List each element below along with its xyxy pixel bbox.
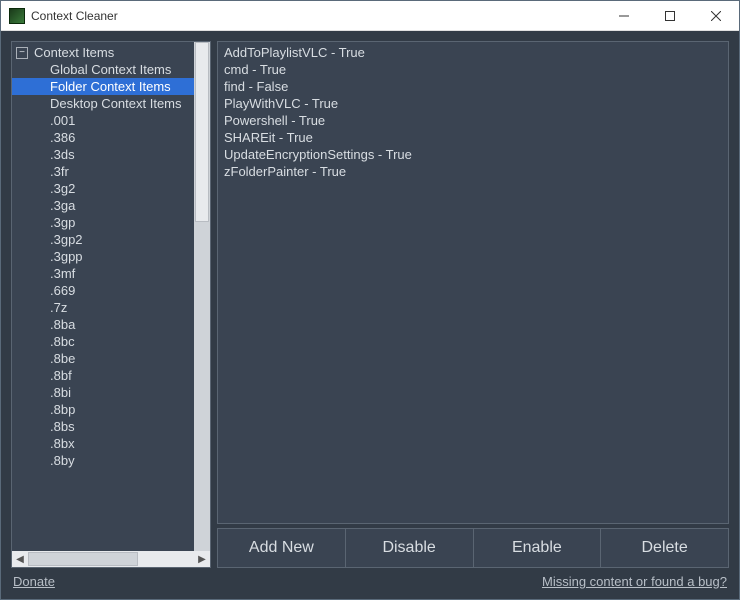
close-button[interactable] — [693, 1, 739, 30]
tree-extension[interactable]: .669 — [12, 282, 210, 299]
tree-extension-label: .8be — [50, 350, 75, 367]
window-controls — [601, 1, 739, 30]
tree-root[interactable]: −Context Items — [12, 44, 210, 61]
tree-extension-label: .669 — [50, 282, 75, 299]
hscroll-right-button[interactable]: ▶ — [194, 551, 210, 567]
detail-item[interactable]: AddToPlaylistVLC - True — [224, 44, 722, 61]
tree-extension-label: .8bf — [50, 367, 72, 384]
tree-extension[interactable]: .7z — [12, 299, 210, 316]
tree-extension[interactable]: .3ds — [12, 146, 210, 163]
tree-category-label: Global Context Items — [50, 61, 171, 78]
close-icon — [711, 11, 721, 21]
tree-extension-label: .3fr — [50, 163, 69, 180]
tree-extension-label: .3mf — [50, 265, 75, 282]
tree-extension-label: .386 — [50, 129, 75, 146]
action-button-row: Add New Disable Enable Delete — [217, 528, 729, 568]
tree-extension[interactable]: .3gp — [12, 214, 210, 231]
main-panels: −Context ItemsGlobal Context ItemsFolder… — [11, 41, 729, 568]
tree-extension[interactable]: .001 — [12, 112, 210, 129]
tree-category-label: Desktop Context Items — [50, 95, 182, 112]
donate-link[interactable]: Donate — [13, 574, 55, 589]
tree-extension[interactable]: .3g2 — [12, 180, 210, 197]
tree-extension-label: .001 — [50, 112, 75, 129]
tree-extension-label: .8ba — [50, 316, 75, 333]
detail-list[interactable]: AddToPlaylistVLC - Truecmd - Truefind - … — [217, 41, 729, 524]
tree-extension[interactable]: .8bc — [12, 333, 210, 350]
detail-item[interactable]: cmd - True — [224, 61, 722, 78]
hscroll-thumb[interactable] — [28, 552, 138, 566]
tree-extension[interactable]: .8bf — [12, 367, 210, 384]
window-title: Context Cleaner — [31, 9, 601, 23]
tree-extension-label: .3gp — [50, 214, 75, 231]
detail-item[interactable]: SHAREit - True — [224, 129, 722, 146]
tree-extension-label: .8bp — [50, 401, 75, 418]
tree-extension[interactable]: .8ba — [12, 316, 210, 333]
tree-extension[interactable]: .8be — [12, 350, 210, 367]
add-new-button[interactable]: Add New — [218, 529, 346, 567]
tree-panel: −Context ItemsGlobal Context ItemsFolder… — [11, 41, 211, 568]
minimize-icon — [619, 11, 629, 21]
tree-extension[interactable]: .8by — [12, 452, 210, 469]
tree-category[interactable]: Global Context Items — [12, 61, 210, 78]
tree-extension-label: .8by — [50, 452, 75, 469]
tree-extension[interactable]: .8bi — [12, 384, 210, 401]
tree-extension[interactable]: .3gpp — [12, 248, 210, 265]
hscroll-track[interactable] — [28, 551, 194, 567]
titlebar: Context Cleaner — [1, 1, 739, 31]
app-icon — [9, 8, 25, 24]
bug-link[interactable]: Missing content or found a bug? — [542, 574, 727, 589]
tree-extension-label: .7z — [50, 299, 67, 316]
tree-extension-label: .8bi — [50, 384, 71, 401]
maximize-icon — [665, 11, 675, 21]
delete-button[interactable]: Delete — [601, 529, 728, 567]
enable-button[interactable]: Enable — [474, 529, 602, 567]
detail-item[interactable]: zFolderPainter - True — [224, 163, 722, 180]
tree-extension-label: .3ds — [50, 146, 75, 163]
maximize-button[interactable] — [647, 1, 693, 30]
tree-extension[interactable]: .8bs — [12, 418, 210, 435]
app-window: Context Cleaner −Context ItemsGlobal Con… — [0, 0, 740, 600]
hscroll-left-button[interactable]: ◀ — [12, 551, 28, 567]
detail-item[interactable]: PlayWithVLC - True — [224, 95, 722, 112]
right-column: AddToPlaylistVLC - Truecmd - Truefind - … — [217, 41, 729, 568]
footer: Donate Missing content or found a bug? — [11, 568, 729, 589]
tree-vscrollbar[interactable] — [194, 42, 210, 551]
tree-vscroll-thumb[interactable] — [195, 42, 209, 222]
tree-extension-label: .3ga — [50, 197, 75, 214]
tree-extension[interactable]: .3gp2 — [12, 231, 210, 248]
detail-item[interactable]: UpdateEncryptionSettings - True — [224, 146, 722, 163]
tree-extension[interactable]: .386 — [12, 129, 210, 146]
client-area: −Context ItemsGlobal Context ItemsFolder… — [1, 31, 739, 599]
tree-category-label: Folder Context Items — [50, 78, 171, 95]
detail-item[interactable]: find - False — [224, 78, 722, 95]
tree-extension-label: .8bs — [50, 418, 75, 435]
tree-hscrollbar[interactable]: ◀ ▶ — [12, 551, 210, 567]
tree-extension[interactable]: .3fr — [12, 163, 210, 180]
minimize-button[interactable] — [601, 1, 647, 30]
collapse-icon[interactable]: − — [16, 47, 28, 59]
context-tree[interactable]: −Context ItemsGlobal Context ItemsFolder… — [12, 42, 210, 551]
tree-extension[interactable]: .3ga — [12, 197, 210, 214]
tree-extension[interactable]: .8bx — [12, 435, 210, 452]
tree-extension[interactable]: .3mf — [12, 265, 210, 282]
tree-category[interactable]: Folder Context Items — [12, 78, 210, 95]
tree-category[interactable]: Desktop Context Items — [12, 95, 210, 112]
tree-extension[interactable]: .8bp — [12, 401, 210, 418]
tree-extension-label: .3g2 — [50, 180, 75, 197]
disable-button[interactable]: Disable — [346, 529, 474, 567]
detail-item[interactable]: Powershell - True — [224, 112, 722, 129]
tree-extension-label: .3gp2 — [50, 231, 83, 248]
tree-root-label: Context Items — [34, 44, 114, 61]
tree-scroll-area: −Context ItemsGlobal Context ItemsFolder… — [12, 42, 210, 551]
tree-extension-label: .3gpp — [50, 248, 83, 265]
tree-extension-label: .8bc — [50, 333, 75, 350]
tree-extension-label: .8bx — [50, 435, 75, 452]
